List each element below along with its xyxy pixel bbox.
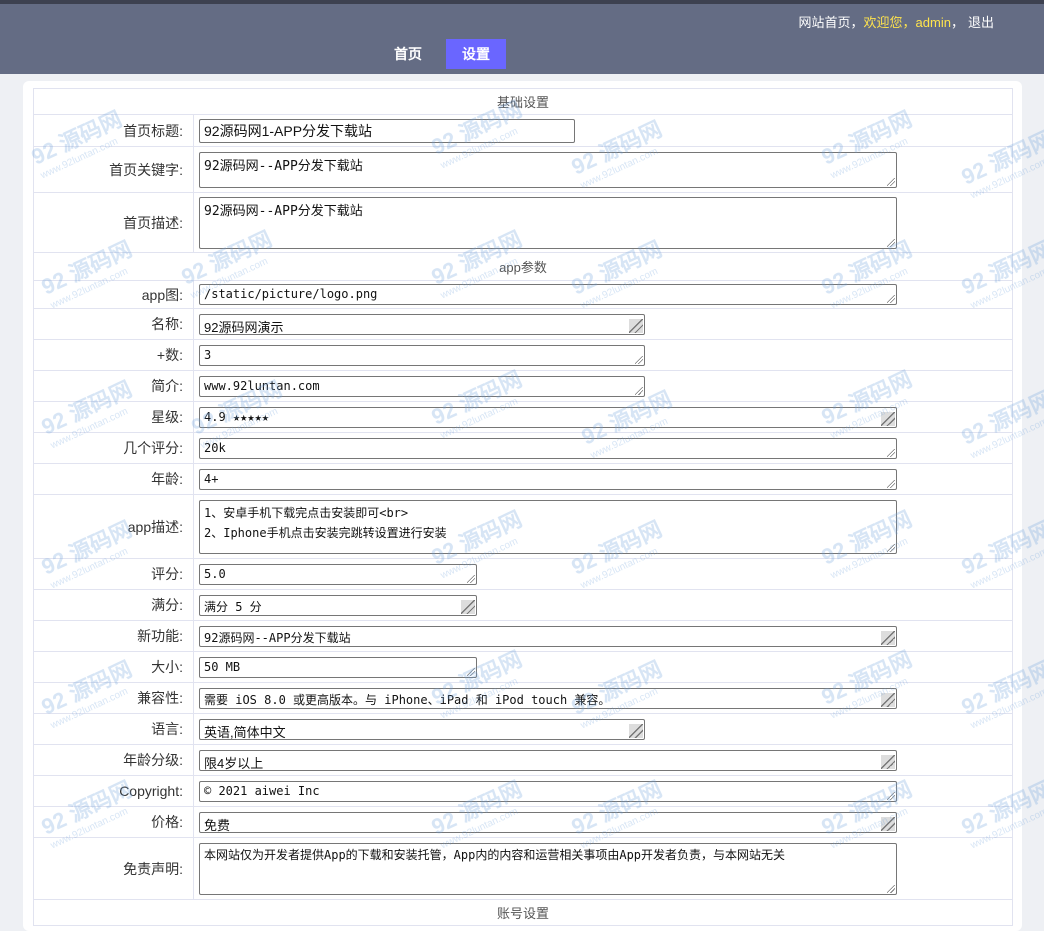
username: admin <box>915 15 951 30</box>
label-price: 价格: <box>33 806 194 838</box>
main-nav: 首页 设置 <box>378 39 514 69</box>
disclaimer-textarea[interactable]: 本网站仅为开发者提供App的下载和安装托管，App内的内容和运营相关事项由App… <box>199 842 897 895</box>
home-title-input[interactable]: 92源码网1-APP分发下载站 <box>199 118 575 143</box>
site-home-link[interactable]: 网站首页 <box>799 15 851 30</box>
age-rating-input[interactable]: 限4岁以上 <box>199 749 897 771</box>
plus-count-input[interactable]: 3 <box>199 344 645 366</box>
label-home-description: 首页描述: <box>33 192 194 253</box>
compat-input[interactable]: 需要 iOS 8.0 或更高版本。与 iPhone、iPad 和 iPod to… <box>199 687 897 709</box>
label-app-desc: app描述: <box>33 494 194 559</box>
full-score-input[interactable]: 满分 5 分 <box>199 594 477 616</box>
label-stars: 星级: <box>33 401 194 433</box>
label-app-name: 名称: <box>33 308 194 340</box>
settings-form: 基础设置 首页标题: 92源码网1-APP分发下载站 首页关键字: 92源码网-… <box>33 88 1013 926</box>
ratings-count-input[interactable]: 20k <box>199 437 897 459</box>
label-age: 年龄: <box>33 463 194 495</box>
label-score: 评分: <box>33 558 194 590</box>
label-intro: 简介: <box>33 370 194 402</box>
settings-panel: 基础设置 首页标题: 92源码网1-APP分发下载站 首页关键字: 92源码网-… <box>23 81 1022 931</box>
label-language: 语言: <box>33 713 194 745</box>
label-age-rating: 年龄分级: <box>33 744 194 776</box>
app-name-input[interactable]: 92源码网演示 <box>199 313 645 335</box>
label-ratings-count: 几个评分: <box>33 432 194 464</box>
label-new-feature: 新功能: <box>33 620 194 652</box>
label-size: 大小: <box>33 651 194 683</box>
label-compat: 兼容性: <box>33 682 194 714</box>
section-account: 账号设置 <box>33 899 1013 926</box>
label-plus-count: +数: <box>33 339 194 371</box>
section-basic: 基础设置 <box>33 88 1013 115</box>
label-home-keywords: 首页关键字: <box>33 146 194 193</box>
label-copyright: Copyright: <box>33 775 194 807</box>
app-image-input[interactable]: /static/picture/logo.png <box>199 284 897 305</box>
label-disclaimer: 免责声明: <box>33 837 194 900</box>
label-home-title: 首页标题: <box>33 114 194 147</box>
welcome-text: 欢迎您， <box>863 15 916 30</box>
price-input[interactable]: 免费 <box>199 811 897 833</box>
intro-input[interactable]: www.92luntan.com <box>199 375 645 397</box>
language-input[interactable]: 英语,简体中文 <box>199 718 645 740</box>
home-description-textarea[interactable]: 92源码网--APP分发下载站 <box>199 196 897 249</box>
label-app-image: app图: <box>33 280 194 309</box>
nav-home[interactable]: 首页 <box>378 39 438 69</box>
section-app: app参数 <box>33 252 1013 281</box>
top-bar: 网站首页，欢迎您，admin， 退出 首页 设置 <box>0 0 1044 74</box>
top-links: 网站首页，欢迎您，admin， 退出 <box>798 15 995 30</box>
app-desc-textarea[interactable]: 1、安卓手机下载完点击安装即可<br> 2、Iphone手机点击安装完跳转设置进… <box>199 499 897 554</box>
label-full-score: 满分: <box>33 589 194 621</box>
stars-input[interactable]: 4.9 ★★★★★ <box>199 406 897 428</box>
score-input[interactable]: 5.0 <box>199 563 477 585</box>
logout-link[interactable]: 退出 <box>968 15 994 30</box>
age-input[interactable]: 4+ <box>199 468 897 490</box>
home-keywords-textarea[interactable]: 92源码网--APP分发下载站 <box>199 151 897 188</box>
size-input[interactable]: 50 MB <box>199 656 477 678</box>
nav-settings[interactable]: 设置 <box>446 39 506 69</box>
copyright-input[interactable]: © 2021 aiwei Inc <box>199 780 897 802</box>
new-feature-input[interactable]: 92源码网--APP分发下载站 <box>199 625 897 647</box>
